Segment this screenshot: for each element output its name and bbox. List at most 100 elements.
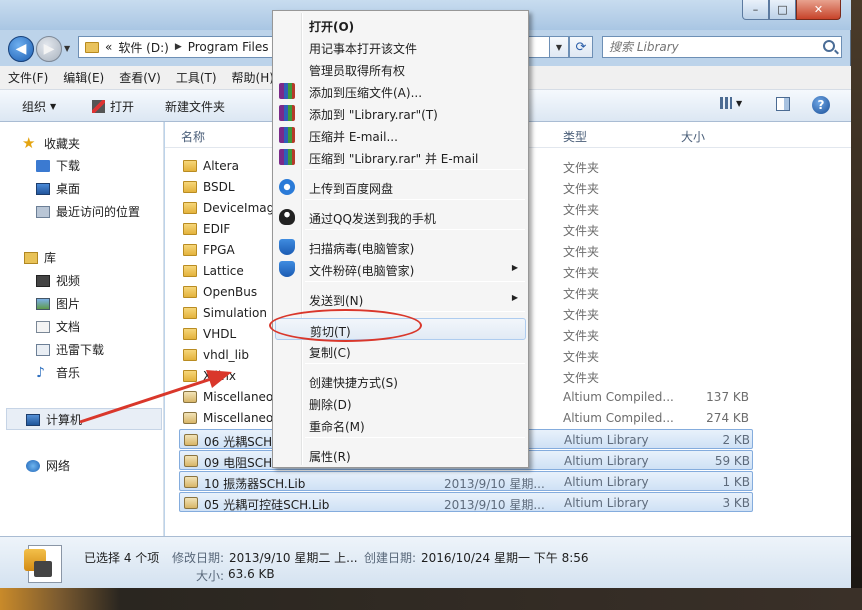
file-type: 文件夹 — [563, 371, 600, 385]
downloads-icon — [36, 159, 50, 172]
context-menu-item[interactable]: 重命名(M) — [275, 414, 526, 436]
nav-favorites[interactable]: ★ 收藏夹 — [22, 134, 80, 152]
menu-separator — [305, 437, 525, 438]
help-icon[interactable]: ? — [812, 96, 830, 114]
file-type: 文件夹 — [563, 266, 600, 280]
file-type: 文件夹 — [563, 245, 600, 259]
nav-recent[interactable]: 最近访问的位置 — [36, 203, 140, 220]
nav-favorites-label: 收藏夹 — [44, 136, 81, 151]
context-menu-item[interactable]: 上传到百度网盘 — [275, 176, 526, 198]
open-button[interactable]: 打开 — [92, 98, 134, 115]
forward-button[interactable]: ▶ — [36, 36, 62, 62]
context-menu-item[interactable]: 属性(R) — [275, 444, 526, 466]
annotation-circle — [269, 309, 422, 342]
maximize-button[interactable]: □ — [769, 0, 796, 20]
search-box[interactable] — [602, 36, 842, 58]
altium-library-icon — [184, 497, 198, 509]
menu-tools[interactable]: 工具(T) — [176, 69, 217, 86]
recent-pages-dropdown[interactable]: ▼ — [64, 44, 70, 53]
network-icon — [26, 459, 40, 472]
file-type: Altium Compiled... — [563, 390, 674, 404]
file-type: 文件夹 — [563, 161, 600, 175]
altium-icon — [92, 100, 105, 113]
change-view-button[interactable]: ▼ — [720, 97, 742, 109]
nav-libraries-label: 库 — [44, 251, 57, 265]
nav-desktop[interactable]: 桌面 — [36, 180, 80, 197]
context-menu-item[interactable]: 发送到(N) ▶ — [275, 288, 526, 310]
context-menu-label: 删除(D) — [309, 398, 352, 412]
folder-icon — [183, 370, 197, 382]
folder-icon — [183, 286, 197, 298]
search-input[interactable] — [603, 37, 813, 57]
altium-library-icon — [184, 434, 198, 446]
open-label: 打开 — [110, 100, 135, 114]
context-menu-item[interactable]: 删除(D) — [275, 392, 526, 414]
refresh-button[interactable]: ⟳ — [569, 36, 593, 58]
minimize-button[interactable]: – — [742, 0, 769, 20]
column-header-name[interactable]: 名称 — [181, 128, 205, 145]
file-name: vhdl_lib — [203, 348, 249, 362]
file-type: 文件夹 — [563, 329, 600, 343]
context-menu-item[interactable]: 扫描病毒(电脑管家) — [275, 236, 526, 258]
context-menu-item[interactable]: 管理员取得所有权 — [275, 58, 526, 80]
file-row[interactable]: 05 光耦可控硅SCH.Lib 2013/9/10 星期... Altium Lib… — [179, 492, 753, 512]
nav-pictures[interactable]: 图片 — [36, 295, 80, 312]
context-menu-item[interactable]: 打开(O) — [275, 14, 526, 36]
nav-documents-label: 文档 — [56, 320, 81, 334]
context-menu-item[interactable]: 压缩到 "Library.rar" 并 E-mail — [275, 146, 526, 168]
context-menu-item[interactable]: 压缩并 E-mail... — [275, 124, 526, 146]
navigation-pane: ★ 收藏夹 下载 桌面 最近访问的位置 库 视频 图片 文档 迅雷下载 ♪ 音乐… — [0, 122, 164, 536]
modified-date-value: 2013/9/10 星期二 上... — [229, 551, 358, 565]
nav-downloads[interactable]: 下载 — [36, 157, 80, 174]
column-header-type[interactable]: 类型 — [563, 128, 587, 145]
organize-button[interactable]: 组织 ▼ — [22, 98, 56, 115]
context-menu-item[interactable]: 用记事本打开该文件 — [275, 36, 526, 58]
new-folder-button[interactable]: 新建文件夹 — [165, 98, 225, 115]
context-menu-item[interactable]: 添加到压缩文件(A)... — [275, 80, 526, 102]
context-menu-item[interactable]: 文件粉碎(电脑管家) ▶ — [275, 258, 526, 280]
file-type: 文件夹 — [563, 224, 600, 238]
submenu-arrow-icon: ▶ — [511, 263, 518, 272]
size-label: 大小: — [196, 569, 225, 583]
nav-computer[interactable]: 计算机 — [26, 411, 82, 428]
context-menu-item[interactable]: 复制(C) — [275, 340, 526, 362]
details-pane: 已选择 4 个项 修改日期: 2013/9/10 星期二 上... 创建日期: … — [0, 536, 851, 588]
file-name: Miscellaneo — [203, 390, 274, 404]
file-name: EDIF — [203, 222, 231, 236]
chevron-right-icon[interactable]: ▶ — [175, 42, 182, 52]
nav-network[interactable]: 网络 — [26, 457, 70, 474]
file-type: 文件夹 — [563, 287, 600, 301]
context-menu-item[interactable]: 添加到 "Library.rar"(T) — [275, 102, 526, 124]
desktop-icon — [36, 182, 50, 195]
menu-view[interactable]: 查看(V) — [119, 69, 161, 86]
nav-videos[interactable]: 视频 — [36, 272, 80, 289]
file-row[interactable]: 10 振荡器SCH.Lib 2013/9/10 星期... Altium Libra… — [179, 471, 753, 491]
nav-libraries[interactable]: 库 — [24, 249, 56, 266]
address-overflow[interactable]: « — [105, 40, 112, 54]
nav-music[interactable]: ♪ 音乐 — [36, 364, 80, 381]
file-name: Miscellaneo — [203, 411, 274, 425]
address-segment-drive[interactable]: 软件 (D:) — [118, 39, 168, 56]
altium-library-icon — [184, 455, 198, 467]
preview-pane-icon[interactable] — [776, 97, 790, 111]
nav-documents[interactable]: 文档 — [36, 318, 80, 335]
close-button[interactable]: ✕ — [796, 0, 841, 20]
back-button[interactable]: ◀ — [8, 36, 34, 62]
context-menu-label: 扫描病毒(电脑管家) — [309, 242, 415, 256]
menu-edit[interactable]: 编辑(E) — [63, 69, 104, 86]
menu-file[interactable]: 文件(F) — [8, 69, 48, 86]
search-icon[interactable] — [823, 40, 835, 52]
file-name: Lattice — [203, 264, 244, 278]
menu-separator — [305, 281, 525, 282]
address-segment-program-files[interactable]: Program Files — [188, 40, 269, 54]
context-menu-item[interactable]: 通过QQ发送到我的手机 — [275, 206, 526, 228]
winrar-icon — [279, 105, 295, 121]
nav-xunlei[interactable]: 迅雷下载 — [36, 341, 104, 358]
winrar-icon — [279, 127, 295, 143]
folder-icon — [183, 244, 197, 256]
video-icon — [36, 274, 50, 287]
column-header-size[interactable]: 大小 — [681, 128, 705, 145]
context-menu-item[interactable]: 创建快捷方式(S) — [275, 370, 526, 392]
menu-help[interactable]: 帮助(H) — [232, 69, 274, 86]
address-dropdown[interactable]: ▼ — [549, 36, 569, 58]
